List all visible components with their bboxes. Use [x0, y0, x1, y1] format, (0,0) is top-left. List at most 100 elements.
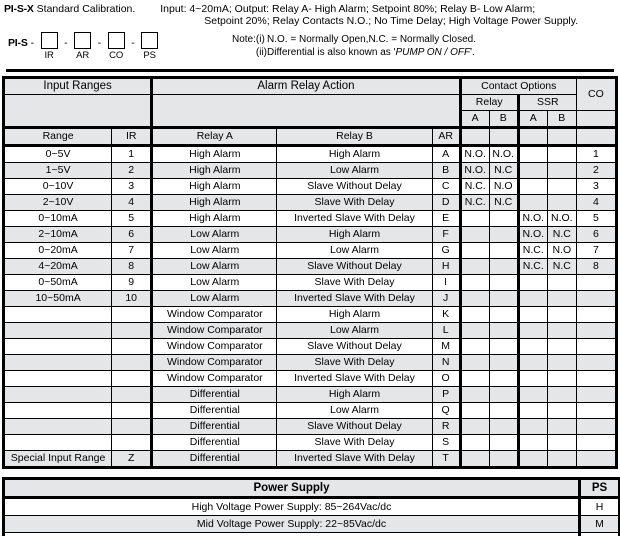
column-header-relay-a-contact: A — [458, 110, 490, 129]
cell-ssr-contact-b — [546, 274, 577, 291]
note-row-i: Note: (i) N.O. = Normally Open, N.C. = N… — [232, 33, 476, 46]
cell-range: 2~10mA — [1, 226, 113, 243]
cell-co-code — [575, 274, 619, 291]
cell-relay-contact-b — [488, 322, 519, 339]
cell-co-code: 6 — [575, 226, 619, 243]
cell-co-code: 5 — [575, 210, 619, 227]
cell-ir — [111, 354, 153, 371]
cell-ssr-contact-a — [516, 194, 548, 211]
cell-co-code — [575, 450, 619, 469]
cell-relay-b: Slave With Delay — [276, 274, 433, 291]
code-box-co[interactable] — [107, 32, 125, 49]
note-row-ii: (ii) Differential is also known as 'PUMP… — [232, 46, 476, 59]
cell-relay-contact-a: N.C. — [458, 194, 490, 211]
cell-ssr-contact-b — [546, 434, 577, 451]
subgroup-spacer-alarm — [150, 94, 461, 129]
power-supply-code: L — [578, 532, 620, 536]
cell-ar: Q — [431, 402, 461, 419]
cell-ir: 4 — [111, 194, 153, 211]
cell-ssr-contact-a — [516, 162, 548, 179]
cell-relay-contact-a — [458, 402, 490, 419]
cell-relay-contact-b — [488, 450, 519, 469]
cell-ar: E — [431, 210, 461, 227]
cell-ar: H — [431, 258, 461, 275]
code-box-ps[interactable] — [141, 32, 159, 49]
cell-relay-contact-a — [458, 274, 490, 291]
table-row: 0~5V 1 High Alarm High Alarm A N.O. N.O. 1 — [1, 145, 619, 163]
table-row: Window Comparator Low Alarm L — [1, 322, 619, 339]
label-spacer-4 — [546, 126, 577, 147]
cell-ir: 10 — [111, 290, 153, 307]
cell-ssr-contact-a — [516, 145, 548, 163]
cell-co-code: 2 — [575, 162, 619, 179]
cell-relay-contact-b — [488, 418, 519, 435]
cell-relay-contact-a: N.C. — [458, 178, 490, 195]
cell-ssr-contact-a — [516, 322, 548, 339]
cell-relay-a: Differential — [150, 402, 278, 419]
cell-relay-b: Low Alarm — [276, 402, 433, 419]
dash-0: - — [30, 37, 35, 49]
cell-relay-a: Low Alarm — [150, 242, 278, 259]
cell-ssr-contact-b: N.O. — [546, 210, 577, 227]
cell-co-code — [575, 354, 619, 371]
cell-relay-contact-b: N.O — [488, 178, 519, 195]
cell-relay-contact-b — [488, 402, 519, 419]
cell-relay-contact-a — [458, 338, 490, 355]
cell-relay-contact-a — [458, 418, 490, 435]
cell-relay-a: Low Alarm — [150, 258, 278, 275]
cell-relay-b: Slave Without Delay — [276, 338, 433, 355]
cell-co-code — [575, 338, 619, 355]
label-spacer-1 — [458, 126, 490, 147]
cell-relay-contact-b: N.O. — [488, 145, 519, 163]
cell-range: 0~20mA — [1, 242, 113, 259]
calibration-line: PI-S-X Standard Calibration. Input: 4~20… — [4, 3, 616, 27]
cell-ir: 7 — [111, 242, 153, 259]
column-header-relay-a: Relay A — [150, 126, 278, 147]
cell-relay-contact-b — [488, 226, 519, 243]
cell-ir — [111, 322, 153, 339]
cell-relay-b: Low Alarm — [276, 162, 433, 179]
cell-ar: M — [431, 338, 461, 355]
header-divider-rule — [6, 69, 614, 72]
code-field-ir[interactable]: IR — [37, 32, 61, 61]
selection-table: Input Ranges Alarm Relay Action Contact … — [1, 76, 619, 469]
cell-ir — [111, 386, 153, 403]
cell-relay-b: High Alarm — [276, 386, 433, 403]
cell-relay-a: Differential — [150, 434, 278, 451]
group-header-contact-options: Contact Options — [458, 76, 577, 95]
cell-range — [1, 338, 113, 355]
cell-relay-contact-b — [488, 354, 519, 371]
cell-relay-b: Slave Without Delay — [276, 258, 433, 275]
cell-ssr-contact-b — [546, 290, 577, 307]
table-row: 10~50mA 10 Low Alarm Inverted Slave With De… — [1, 290, 619, 307]
cell-relay-a: Low Alarm — [150, 290, 278, 307]
code-field-ps[interactable]: PS — [138, 32, 162, 61]
cell-relay-contact-b — [488, 338, 519, 355]
cell-relay-b: Inverted Slave With Delay — [276, 210, 433, 227]
cell-ar: S — [431, 434, 461, 451]
cell-relay-a: High Alarm — [150, 194, 278, 211]
note-ii-text-b: '. — [470, 47, 475, 58]
cell-ssr-contact-a: N.O. — [516, 226, 548, 243]
cell-ssr-contact-b: N.C — [546, 258, 577, 275]
code-field-ar[interactable]: AR — [71, 32, 95, 61]
label-spacer-5 — [575, 126, 619, 147]
cell-ir: 2 — [111, 162, 153, 179]
cell-ssr-contact-b — [546, 418, 577, 435]
code-field-co[interactable]: CO — [104, 32, 128, 61]
table-row: Window Comparator Inverted Slave With Del… — [1, 370, 619, 387]
cell-range: 0~10V — [1, 178, 113, 195]
cell-relay-b: High Alarm — [276, 306, 433, 323]
cell-ssr-contact-a — [516, 354, 548, 371]
code-box-ar[interactable] — [74, 32, 92, 49]
code-box-ir[interactable] — [40, 32, 58, 49]
group-header-input-ranges: Input Ranges — [1, 76, 153, 95]
table-label-row: Range IR Relay A Relay B AR — [1, 126, 619, 147]
cell-ir: 1 — [111, 145, 153, 163]
cell-relay-contact-a — [458, 354, 490, 371]
table-body: 0~5V 1 High Alarm High Alarm A N.O. N.O. 1 1~5V 2… — [1, 145, 619, 469]
cell-ssr-contact-a — [516, 386, 548, 403]
cell-relay-b: Inverted Slave With Delay — [276, 370, 433, 387]
power-supply-table: Power Supply PS High Voltage Power Supply:… — [2, 477, 620, 536]
table-row: 0~50mA 9 Low Alarm Slave With Delay I — [1, 274, 619, 291]
